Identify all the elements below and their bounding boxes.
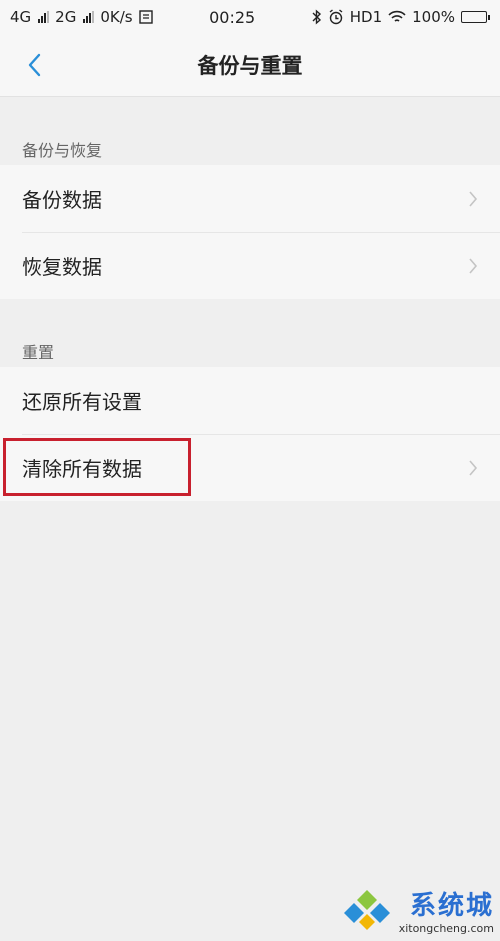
back-arrow-icon[interactable] [22, 52, 48, 78]
bluetooth-icon [312, 9, 321, 25]
watermark-logo-icon [343, 890, 390, 930]
network-speed: 0K/s [100, 8, 133, 26]
status-right: HD1 100% [312, 8, 490, 26]
chevron-right-icon [469, 459, 478, 476]
signal-icon [38, 11, 50, 23]
watermark-name: 系统城 [409, 891, 494, 921]
battery-icon [461, 11, 490, 23]
chevron-right-icon [469, 257, 478, 274]
row-label: 备份数据 [22, 188, 102, 212]
highlight-box [3, 438, 191, 496]
watermark-url: xitongcheng.com [398, 922, 494, 935]
backup-data-row[interactable]: 备份数据 [0, 165, 500, 232]
page-title: 备份与重置 [197, 54, 303, 78]
network-4g-label: 4G [10, 8, 32, 26]
clock: 00:25 [209, 7, 256, 27]
watermark-text: 系统城 xitongcheng.com [399, 885, 494, 935]
section-label-reset: 重置 [22, 343, 55, 362]
battery-percent: 100% [412, 8, 455, 26]
nav-header: 备份与重置 [0, 34, 500, 97]
notification-icon [138, 10, 153, 24]
alarm-icon [329, 9, 343, 25]
row-label: 恢复数据 [22, 255, 102, 279]
reset-all-settings-row[interactable]: 还原所有设置 [0, 367, 500, 434]
hd-label: HD1 [349, 8, 383, 26]
section-label-backup: 备份与恢复 [22, 141, 103, 160]
restore-data-row[interactable]: 恢复数据 [0, 232, 500, 299]
backup-group: 备份数据 恢复数据 [0, 165, 500, 299]
wifi-icon [388, 10, 406, 22]
status-bar: 4G 2G 0K/s 00:25 HD1 100% [0, 0, 500, 34]
network-2g-label: 2G [55, 8, 77, 26]
row-label: 还原所有设置 [22, 390, 142, 414]
chevron-right-icon [469, 190, 478, 207]
signal-icon-2 [83, 11, 95, 23]
watermark: 系统城 xitongcheng.com [341, 885, 494, 935]
status-left: 4G 2G 0K/s [10, 8, 153, 26]
